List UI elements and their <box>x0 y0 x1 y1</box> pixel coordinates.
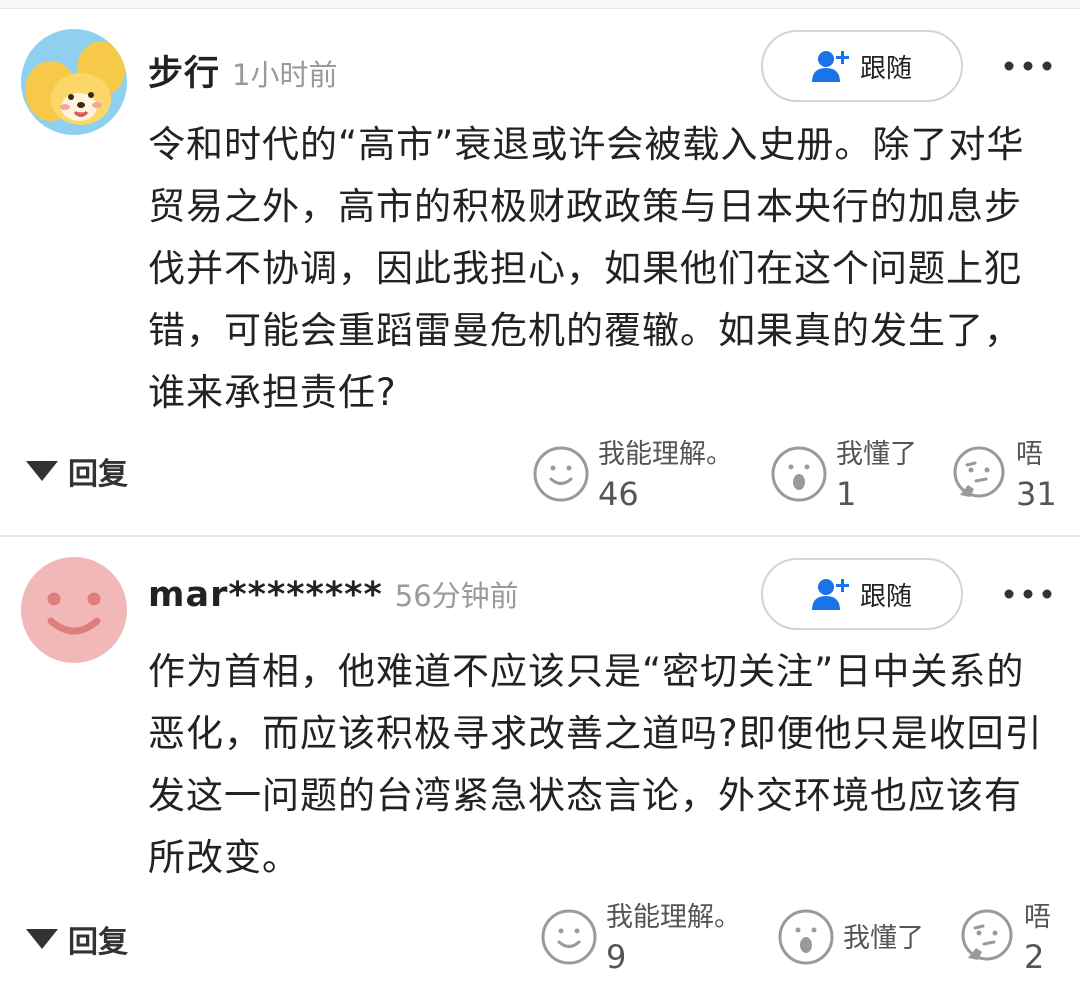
follow-label: 跟随 <box>859 581 912 612</box>
reply-label: 回复 <box>68 457 128 492</box>
add-user-icon <box>811 576 852 612</box>
username[interactable]: mar******** <box>148 575 383 615</box>
reaction-count: 1 <box>836 475 857 513</box>
comment-item: mar******** 56分钟前 跟随 作为首相，他难道不应该只是“密切关注”… <box>0 537 1080 999</box>
surprised-face-icon <box>771 446 827 502</box>
avatar[interactable] <box>21 29 127 135</box>
timestamp: 1小时前 <box>232 58 338 92</box>
more-dots-icon[interactable] <box>1000 574 1056 614</box>
thinking-face-icon <box>961 909 1013 961</box>
reply-button[interactable]: 回复 <box>26 917 128 961</box>
more-dots-icon[interactable] <box>1000 46 1056 86</box>
smiley-avatar-icon <box>21 557 127 663</box>
reply-button[interactable]: 回复 <box>26 449 128 493</box>
comment-text: 作为首相，他难道不应该只是“密切关注”日中关系的恶化，而应该积极寻求改善之道吗?… <box>148 650 1043 879</box>
reaction-label: 我懂了 <box>843 923 924 954</box>
reaction-understand[interactable]: 我能理解。 46 <box>532 437 733 515</box>
smile-face-icon <box>541 909 597 965</box>
reaction-count: 46 <box>598 475 639 513</box>
thinking-face-icon <box>953 446 1005 498</box>
reply-label: 回复 <box>68 925 128 960</box>
top-divider <box>0 0 1080 9</box>
surprised-face-icon <box>778 909 834 965</box>
caret-down-icon <box>26 461 58 481</box>
reaction-label: 我能理解。 <box>598 439 733 470</box>
reaction-count: 2 <box>1024 938 1045 976</box>
reaction-count: 31 <box>1016 475 1057 513</box>
reaction-got-it[interactable]: 我懂了 <box>777 900 924 978</box>
avatar[interactable] <box>21 557 127 663</box>
caret-down-icon <box>26 929 58 949</box>
reaction-got-it[interactable]: 我懂了 1 <box>770 437 917 515</box>
reaction-understand[interactable]: 我能理解。 9 <box>540 900 741 978</box>
username[interactable]: 步行 <box>148 45 220 96</box>
reaction-hmm[interactable]: 唔 31 <box>950 437 1057 515</box>
reaction-label: 我懂了 <box>836 439 917 470</box>
reaction-hmm[interactable]: 唔 2 <box>958 900 1051 978</box>
smile-face-icon <box>533 446 589 502</box>
reaction-label: 我能理解。 <box>606 902 741 933</box>
cartoon-dog-avatar-icon <box>21 29 127 135</box>
add-user-icon <box>811 48 852 84</box>
follow-label: 跟随 <box>859 53 912 84</box>
reaction-label: 唔 <box>1024 902 1051 933</box>
reaction-label: 唔 <box>1016 439 1043 470</box>
comment-header: mar******** 56分钟前 <box>148 573 519 615</box>
reaction-count: 9 <box>606 938 627 976</box>
follow-button[interactable]: 跟随 <box>761 558 963 630</box>
comment-header: 步行 1小时前 <box>148 45 337 96</box>
comment-item: 步行 1小时前 跟随 令和时代的“高市”衰退或许会被载入史册。除了对华贸易之外，… <box>0 9 1080 535</box>
timestamp: 56分钟前 <box>394 579 519 613</box>
follow-button[interactable]: 跟随 <box>761 30 963 102</box>
comment-text: 令和时代的“高市”衰退或许会被载入史册。除了对华贸易之外，高市的积极财政政策与日… <box>148 123 1025 414</box>
